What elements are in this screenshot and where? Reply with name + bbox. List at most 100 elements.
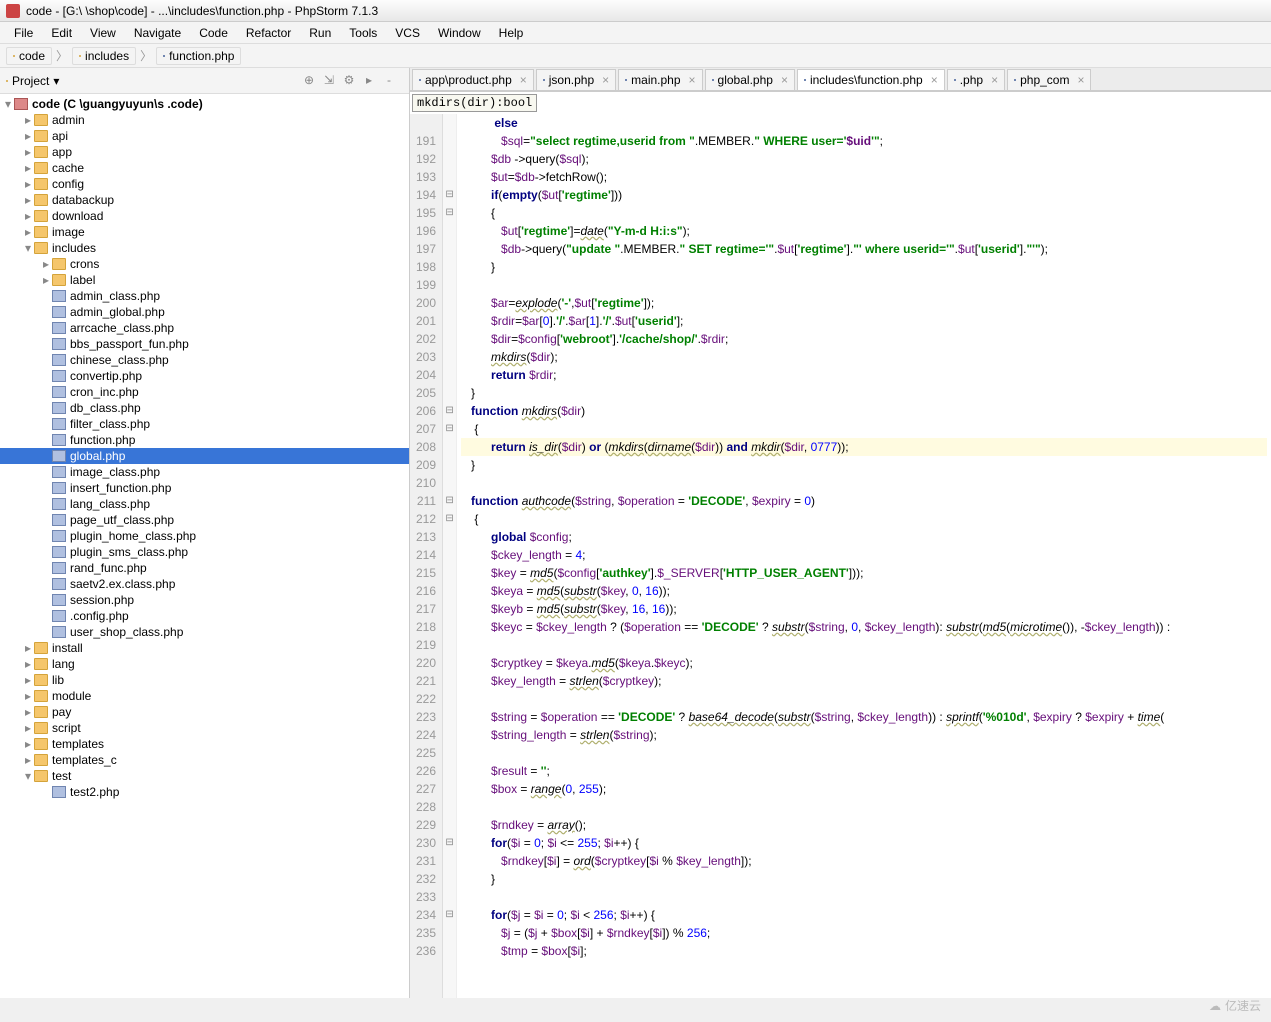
code-line[interactable]: $ar=explode('-',$ut['regtime']); bbox=[461, 294, 1267, 312]
code-line[interactable]: $keyc = $ckey_length ? ($operation == 'D… bbox=[461, 618, 1267, 636]
tree-item[interactable]: ▸app bbox=[0, 144, 409, 160]
expand-icon[interactable]: ▸ bbox=[22, 657, 34, 671]
expand-icon[interactable]: ▸ bbox=[22, 721, 34, 735]
code-line[interactable]: $dir=$config['webroot'].'/cache/shop/'.$… bbox=[461, 330, 1267, 348]
tree-item[interactable]: db_class.php bbox=[0, 400, 409, 416]
code-line[interactable]: $ckey_length = 4; bbox=[461, 546, 1267, 564]
tree-item[interactable]: function.php bbox=[0, 432, 409, 448]
tree-item[interactable]: global.php bbox=[0, 448, 409, 464]
close-icon[interactable]: × bbox=[931, 73, 938, 87]
tree-item[interactable]: plugin_sms_class.php bbox=[0, 544, 409, 560]
code-line[interactable]: $j = ($j + $box[$i] + $rndkey[$i]) % 256… bbox=[461, 924, 1267, 942]
code-line[interactable]: $box = range(0, 255); bbox=[461, 780, 1267, 798]
tree-item[interactable]: ▾includes bbox=[0, 240, 409, 256]
tree-item[interactable]: admin_global.php bbox=[0, 304, 409, 320]
editor-tab[interactable]: json.php× bbox=[536, 69, 616, 90]
menu-refactor[interactable]: Refactor bbox=[238, 24, 299, 42]
expand-icon[interactable]: ▾ bbox=[2, 97, 14, 111]
tree-item[interactable]: ▸cache bbox=[0, 160, 409, 176]
close-icon[interactable]: × bbox=[991, 73, 998, 87]
code-line[interactable]: if(empty($ut['regtime'])) bbox=[461, 186, 1267, 204]
code-line[interactable]: $ut=$db->fetchRow(); bbox=[461, 168, 1267, 186]
code-line[interactable] bbox=[461, 690, 1267, 708]
tree-item[interactable]: ▸lang bbox=[0, 656, 409, 672]
close-icon[interactable]: × bbox=[1077, 73, 1084, 87]
code-line[interactable]: { bbox=[461, 420, 1267, 438]
tree-item[interactable]: rand_func.php bbox=[0, 560, 409, 576]
close-icon[interactable]: × bbox=[689, 73, 696, 87]
expand-icon[interactable]: ▸ bbox=[22, 641, 34, 655]
expand-icon[interactable]: ▸ bbox=[22, 113, 34, 127]
code-line[interactable]: $rndkey[$i] = ord($cryptkey[$i % $key_le… bbox=[461, 852, 1267, 870]
locate-icon[interactable]: ⊕ bbox=[301, 73, 317, 89]
tree-item[interactable]: ▸script bbox=[0, 720, 409, 736]
expand-icon[interactable]: ▸ bbox=[22, 689, 34, 703]
tree-item[interactable]: admin_class.php bbox=[0, 288, 409, 304]
code-line[interactable]: $key_length = strlen($cryptkey); bbox=[461, 672, 1267, 690]
expand-icon[interactable]: ▸ bbox=[22, 161, 34, 175]
breadcrumb-item[interactable]: function.php bbox=[156, 47, 241, 65]
tree-item[interactable]: arrcache_class.php bbox=[0, 320, 409, 336]
tree-item[interactable]: ▸templates bbox=[0, 736, 409, 752]
code-line[interactable]: function mkdirs($dir) bbox=[461, 402, 1267, 420]
tree-item[interactable]: ▸databackup bbox=[0, 192, 409, 208]
code-line[interactable]: $keyb = md5(substr($key, 16, 16)); bbox=[461, 600, 1267, 618]
project-label[interactable]: Project bbox=[12, 74, 49, 88]
expand-icon[interactable]: ▾ bbox=[22, 241, 34, 255]
tree-item[interactable]: ▸image bbox=[0, 224, 409, 240]
code-editor[interactable]: 1911921931941951961971981992002012022032… bbox=[410, 114, 1271, 998]
menu-tools[interactable]: Tools bbox=[341, 24, 385, 42]
code-line[interactable]: $rdir=$ar[0].'/'.$ar[1].'/'.$ut['userid'… bbox=[461, 312, 1267, 330]
code-content[interactable]: else $sql="select regtime,userid from ".… bbox=[457, 114, 1271, 998]
code-line[interactable] bbox=[461, 888, 1267, 906]
code-line[interactable]: else bbox=[461, 114, 1267, 132]
code-line[interactable]: $string_length = strlen($string); bbox=[461, 726, 1267, 744]
code-line[interactable]: $cryptkey = $keya.md5($keya.$keyc); bbox=[461, 654, 1267, 672]
tree-item[interactable]: page_utf_class.php bbox=[0, 512, 409, 528]
tree-item[interactable]: ▸admin bbox=[0, 112, 409, 128]
fold-gutter[interactable]: ⊟⊟⊟⊟⊟⊟⊟⊟ bbox=[443, 114, 457, 998]
collapse-icon[interactable]: ⇲ bbox=[321, 73, 337, 89]
menu-file[interactable]: File bbox=[6, 24, 41, 42]
expand-icon[interactable]: ▸ bbox=[40, 257, 52, 271]
dropdown-icon[interactable]: ▾ bbox=[53, 74, 59, 88]
code-line[interactable]: $sql="select regtime,userid from ".MEMBE… bbox=[461, 132, 1267, 150]
code-line[interactable]: $db ->query($sql); bbox=[461, 150, 1267, 168]
tree-item[interactable]: session.php bbox=[0, 592, 409, 608]
expand-icon[interactable]: ▸ bbox=[22, 193, 34, 207]
menu-run[interactable]: Run bbox=[301, 24, 339, 42]
menu-view[interactable]: View bbox=[82, 24, 124, 42]
tree-item[interactable]: bbs_passport_fun.php bbox=[0, 336, 409, 352]
tree-item[interactable]: ▾test bbox=[0, 768, 409, 784]
code-line[interactable]: $key = md5($config['authkey'].$_SERVER['… bbox=[461, 564, 1267, 582]
menu-code[interactable]: Code bbox=[191, 24, 236, 42]
code-line[interactable]: } bbox=[461, 258, 1267, 276]
code-line[interactable] bbox=[461, 744, 1267, 762]
code-line[interactable]: mkdirs($dir); bbox=[461, 348, 1267, 366]
code-line[interactable] bbox=[461, 474, 1267, 492]
code-line[interactable]: $keya = md5(substr($key, 0, 16)); bbox=[461, 582, 1267, 600]
editor-tab[interactable]: includes\function.php× bbox=[797, 69, 945, 90]
expand-icon[interactable]: ▸ bbox=[22, 145, 34, 159]
code-line[interactable]: $rndkey = array(); bbox=[461, 816, 1267, 834]
tree-item[interactable]: ▸label bbox=[0, 272, 409, 288]
menu-window[interactable]: Window bbox=[430, 24, 489, 42]
menu-vcs[interactable]: VCS bbox=[387, 24, 428, 42]
tree-item[interactable]: chinese_class.php bbox=[0, 352, 409, 368]
close-icon[interactable]: × bbox=[602, 73, 609, 87]
code-line[interactable]: { bbox=[461, 204, 1267, 222]
code-line[interactable]: return $rdir; bbox=[461, 366, 1267, 384]
editor-tab[interactable]: app\product.php× bbox=[412, 69, 534, 90]
tree-item[interactable]: ▸module bbox=[0, 688, 409, 704]
editor-tab[interactable]: php_com× bbox=[1007, 69, 1091, 90]
code-line[interactable]: $result = ''; bbox=[461, 762, 1267, 780]
code-line[interactable]: } bbox=[461, 384, 1267, 402]
code-line[interactable]: return is_dir($dir) or (mkdirs(dirname($… bbox=[461, 438, 1267, 456]
tree-item[interactable]: ▸download bbox=[0, 208, 409, 224]
tree-item[interactable]: filter_class.php bbox=[0, 416, 409, 432]
tree-item[interactable]: user_shop_class.php bbox=[0, 624, 409, 640]
gear-icon[interactable]: ⚙ bbox=[341, 73, 357, 89]
tree-item[interactable]: test2.php bbox=[0, 784, 409, 800]
tree-item[interactable]: ▸install bbox=[0, 640, 409, 656]
code-line[interactable] bbox=[461, 276, 1267, 294]
